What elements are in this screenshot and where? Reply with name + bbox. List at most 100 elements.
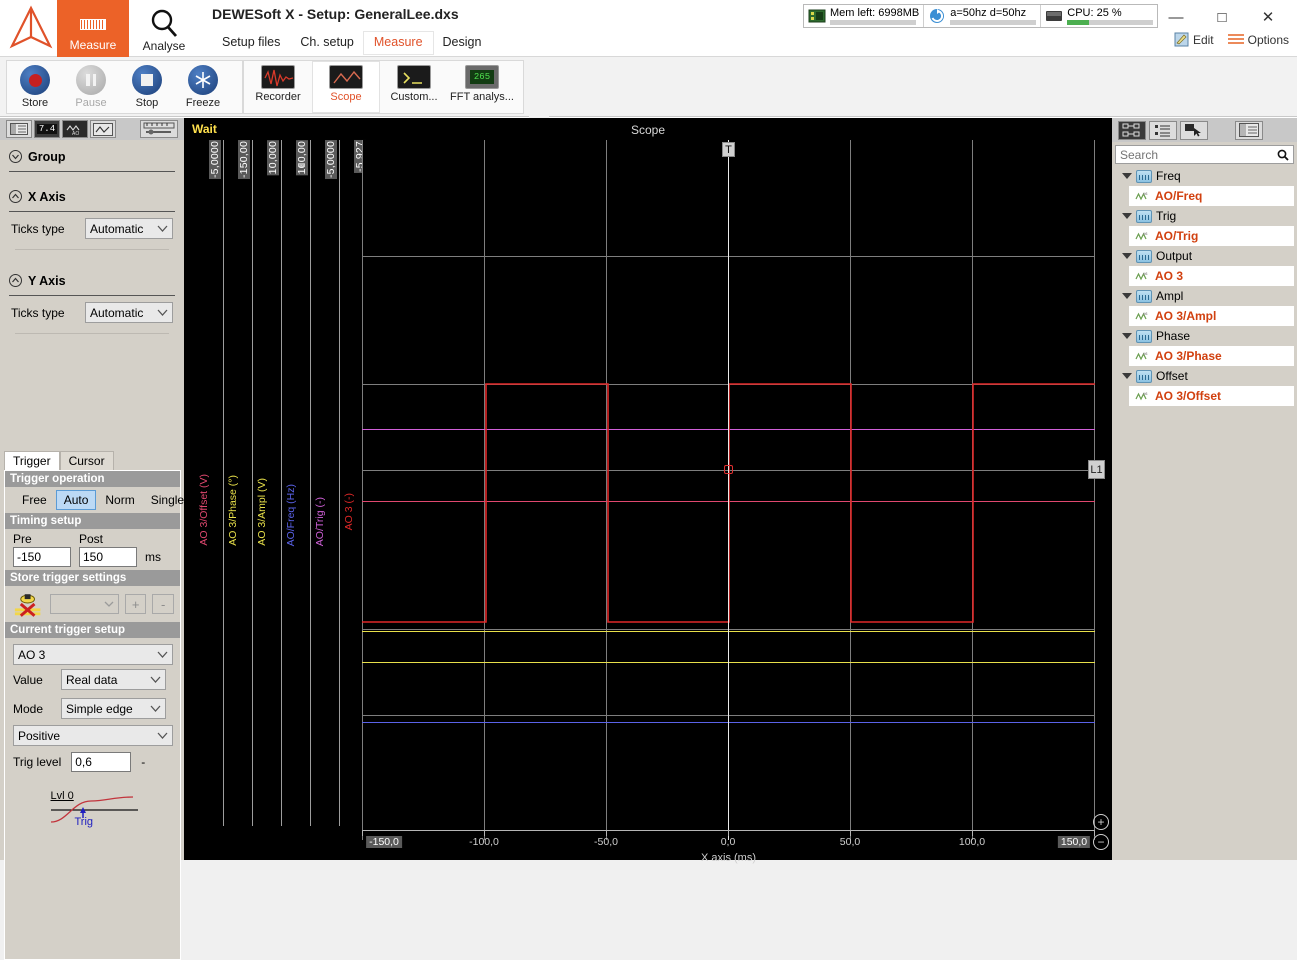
trigger-mode-select[interactable]: Simple edge: [61, 698, 166, 719]
search-input[interactable]: [1120, 147, 1270, 162]
tree-channel-ao3[interactable]: #6 AO 3: [1129, 266, 1294, 286]
options-button[interactable]: Options: [1227, 33, 1289, 47]
list-view-icon[interactable]: [1149, 120, 1177, 140]
store-trigger-remove-button[interactable]: -: [152, 594, 174, 614]
x-ticks-type-select[interactable]: Automatic: [85, 218, 173, 239]
y-axis-offset[interactable]: 5,0000 4,0000 2,0000 0,0000 -2,0000 -4,0…: [196, 140, 224, 826]
y-axis-trig[interactable]: 5,0000 4,0000 2,0000 0,0000 -2,0000 -4,0…: [312, 140, 340, 826]
close-button[interactable]: ✕: [1245, 4, 1291, 30]
digits-display-icon[interactable]: 7.4: [34, 120, 60, 138]
fft-icon: 265: [465, 65, 499, 89]
stop-button[interactable]: Stop: [119, 61, 175, 113]
trigger-mode-auto[interactable]: Auto: [55, 490, 97, 510]
display-custom-button[interactable]: Custom...: [380, 61, 448, 113]
section-y-axis[interactable]: Y Axis: [9, 266, 175, 296]
trigger-edge-value: Positive: [18, 728, 61, 743]
group-view-icon[interactable]: [1118, 120, 1146, 140]
trigger-value-select[interactable]: Real data: [61, 669, 166, 690]
x-tick-label: 0,0: [720, 836, 736, 848]
caret-down-icon[interactable]: [1122, 373, 1132, 379]
titlebar: Measure Analyse DEWESoft X - Setup: Gene…: [0, 0, 1297, 57]
tree-group-label: Freq: [1156, 169, 1181, 183]
x-axis[interactable]: -150,0 -100,0 -50,0 0,0 50,0 100,0 150,0…: [362, 830, 1095, 864]
svg-text:AO: AO: [72, 131, 79, 136]
section-group[interactable]: Group: [9, 142, 175, 172]
ruler-settings-icon[interactable]: [140, 120, 178, 138]
analyse-mode-button[interactable]: Analyse: [135, 2, 193, 55]
trigger-level-input[interactable]: [71, 752, 132, 772]
store-button[interactable]: Store: [7, 61, 63, 113]
store-trigger-add-button[interactable]: +: [124, 594, 147, 614]
analog-out-icon[interactable]: AO: [62, 120, 88, 138]
maximize-button[interactable]: □: [1199, 4, 1245, 30]
trigger-position-line[interactable]: [728, 140, 729, 840]
analyse-mode-label: Analyse: [142, 39, 186, 53]
caret-down-icon[interactable]: [1122, 173, 1132, 179]
panel-toggle-icon[interactable]: [1235, 120, 1263, 140]
tab-setup-files[interactable]: Setup files: [212, 32, 290, 54]
caret-down-icon[interactable]: [1122, 213, 1132, 219]
display-fft-button[interactable]: 265 FFT analys...: [448, 61, 516, 113]
tree-channel-ao-freq[interactable]: #6 AO/Freq: [1129, 186, 1294, 206]
minimize-button[interactable]: —: [1153, 4, 1199, 30]
tree-group-offset[interactable]: Offset: [1112, 366, 1297, 386]
store-icon: [20, 65, 50, 95]
chevron-down-icon: [150, 676, 161, 683]
edit-button[interactable]: Edit: [1174, 32, 1214, 47]
tab-measure[interactable]: Measure: [363, 32, 433, 54]
scope-chart[interactable]: Wait Scope 5,0000 4,0000 2,0000 0,0000 -…: [184, 118, 1112, 864]
scope-display-icon[interactable]: [90, 120, 116, 138]
tree-channel-ao3-offset[interactable]: #6 AO 3/Offset: [1129, 386, 1294, 406]
tab-cursor[interactable]: Cursor: [59, 451, 114, 470]
trigger-level-marker[interactable]: [724, 465, 733, 474]
tab-design[interactable]: Design: [433, 32, 492, 54]
pre-trigger-input[interactable]: [13, 547, 71, 567]
y-axis-freq[interactable]: 100,00 80,00 60,00 40,00 20,00 0,00 AO/F…: [283, 140, 311, 826]
tree-channel-ao3-phase[interactable]: #6 AO 3/Phase: [1129, 346, 1294, 366]
tree-group-ampl[interactable]: Ampl: [1112, 286, 1297, 306]
tree-group-freq[interactable]: Freq: [1112, 166, 1297, 186]
cursor-l1-marker[interactable]: L1: [1088, 460, 1105, 479]
pause-button[interactable]: Pause: [63, 61, 119, 113]
tree-group-label: Output: [1156, 249, 1193, 263]
caret-down-icon[interactable]: [1122, 293, 1132, 299]
tab-ch-setup[interactable]: Ch. setup: [290, 32, 364, 54]
caret-down-icon[interactable]: [1122, 333, 1132, 339]
tree-group-trig[interactable]: Trig: [1112, 206, 1297, 226]
y-axis-phase[interactable]: 350,00 300,00 200,00 100,00 0,00 -100,00…: [225, 140, 253, 826]
caret-down-icon[interactable]: [1122, 253, 1132, 259]
zoom-out-button[interactable]: −: [1093, 834, 1109, 850]
store-trigger-select[interactable]: [50, 594, 119, 614]
channel-search[interactable]: [1115, 145, 1294, 164]
folder-icon: [1136, 329, 1152, 343]
y-ticks-type-select[interactable]: Automatic: [85, 302, 173, 323]
display-scope-button[interactable]: Scope: [312, 61, 380, 113]
freeze-button[interactable]: Freeze: [175, 61, 231, 113]
cpu-meter-bar: [1067, 19, 1154, 25]
section-x-axis[interactable]: X Axis: [9, 182, 175, 212]
display-recorder-button[interactable]: Recorder: [244, 61, 312, 113]
trigger-mode-free[interactable]: Free: [15, 491, 54, 509]
tree-channel-ao3-ampl[interactable]: #6 AO 3/Ampl: [1129, 306, 1294, 326]
panel-layout-icon[interactable]: [6, 120, 32, 138]
tree-channel-label: AO 3/Offset: [1155, 389, 1222, 403]
trigger-edge-select[interactable]: Positive: [13, 725, 173, 746]
edit-icon: [1174, 32, 1189, 47]
trigger-channel-select[interactable]: AO 3: [13, 644, 173, 665]
memory-meter-bar: [830, 19, 916, 25]
edit-label: Edit: [1192, 32, 1214, 47]
current-trigger-header: Current trigger setup: [5, 622, 180, 638]
tab-trigger[interactable]: Trigger: [4, 451, 60, 470]
trigger-mode-norm[interactable]: Norm: [98, 491, 141, 509]
chevron-down-icon: [104, 601, 114, 607]
post-trigger-input[interactable]: [79, 547, 137, 567]
tree-group-phase[interactable]: Phase: [1112, 326, 1297, 346]
zoom-in-button[interactable]: +: [1093, 814, 1109, 830]
tree-channel-ao-trig[interactable]: #6 AO/Trig: [1129, 226, 1294, 246]
select-pointer-icon[interactable]: [1180, 120, 1208, 140]
measure-mode-button[interactable]: Measure: [57, 0, 129, 57]
y-axis-ampl[interactable]: 10,000 8,000 6,000 4,000 2,000 0,000 AO …: [254, 140, 282, 826]
plot-area[interactable]: T L1: [362, 140, 1105, 840]
tree-group-output[interactable]: Output: [1112, 246, 1297, 266]
trigger-marker-label[interactable]: T: [722, 142, 735, 157]
